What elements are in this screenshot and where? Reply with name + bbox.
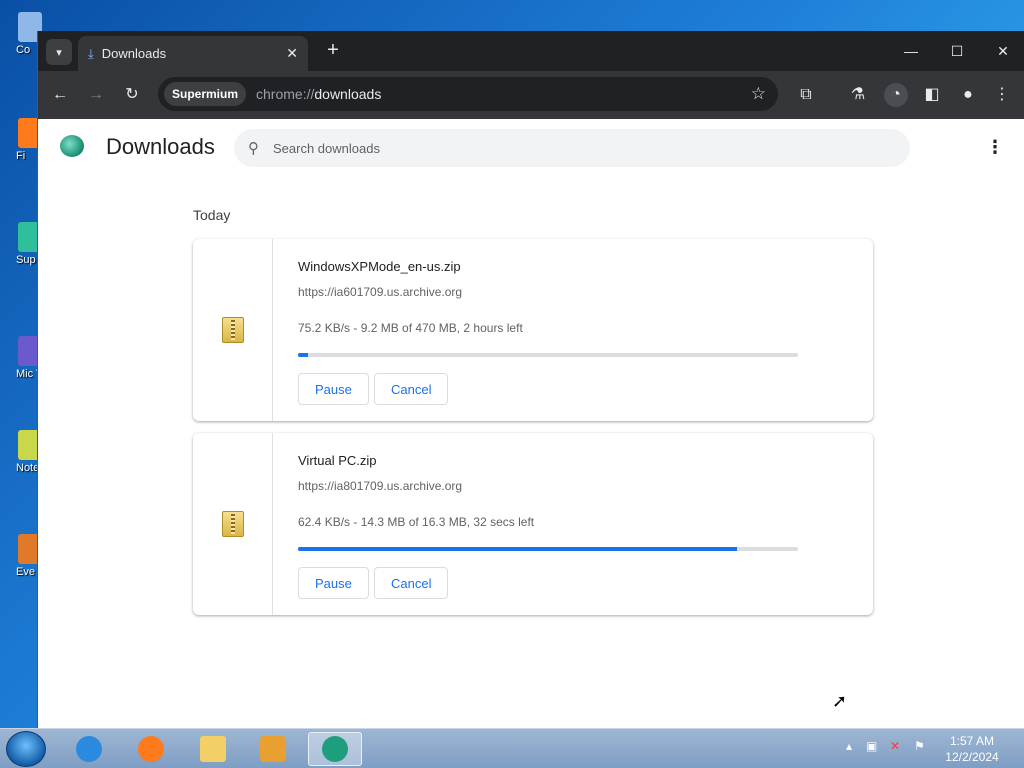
start-button[interactable] (6, 731, 46, 767)
tab-strip: ▾ ⤓ Downloads ✕ + — ☐ ✕ (38, 31, 1024, 71)
source-url-link[interactable]: https://ia601709.us.archive.org (298, 285, 462, 299)
section-label: Today (193, 207, 231, 223)
pause-button[interactable]: Pause (298, 567, 369, 599)
network-icon[interactable]: ▣ (866, 739, 877, 753)
tab-search-button[interactable]: ▾ (46, 39, 72, 65)
mouse-cursor-icon: ➚ (832, 691, 848, 711)
chevron-down-icon: ▾ (56, 46, 62, 59)
search-input[interactable] (273, 140, 833, 156)
browser-menu-icon[interactable]: ⋮ (990, 83, 1014, 107)
browser-toolbar: ← → ↻ Supermium chrome://downloads ☆ ⧉ ⚗… (38, 71, 1024, 119)
progress-bar (298, 547, 798, 551)
progress-fill (298, 353, 308, 357)
cancel-button[interactable]: Cancel (374, 373, 449, 405)
taskbar-internet-explorer[interactable] (62, 732, 116, 766)
extensions-icon[interactable]: ⧉ (794, 83, 818, 107)
more-actions-icon[interactable]: ⋮ (986, 135, 1004, 159)
internet-explorer-icon (76, 736, 102, 762)
new-tab-button[interactable]: + (321, 39, 345, 63)
zip-file-icon (221, 317, 244, 343)
browser-chip: Supermium (164, 82, 247, 106)
address-bar[interactable]: Supermium chrome://downloads ☆ (158, 77, 778, 111)
folder-icon (200, 736, 226, 762)
maximize-button[interactable]: ☐ (934, 31, 980, 71)
reload-button[interactable]: ↻ (120, 83, 144, 107)
url-text: chrome://downloads (256, 86, 382, 102)
download-status: 75.2 KB/s - 9.2 MB of 470 MB, 2 hours le… (298, 321, 523, 335)
close-window-button[interactable]: ✕ (980, 31, 1024, 71)
pause-button[interactable]: Pause (298, 373, 369, 405)
download-status: 62.4 KB/s - 14.3 MB of 16.3 MB, 32 secs … (298, 515, 535, 529)
taskbar-firefox[interactable] (124, 732, 178, 766)
zip-file-icon (221, 511, 244, 537)
profile-avatar-icon[interactable]: ● (956, 83, 980, 107)
clock-date: 12/2/2024 (945, 750, 999, 764)
firefox-icon (138, 736, 164, 762)
taskbar: ▴ ▣ ✕ ⚑ 1:57 AM 12/2/2024 (0, 728, 1024, 768)
supermium-icon (322, 736, 348, 762)
side-panel-icon[interactable]: ◧ (920, 83, 944, 107)
forward-button[interactable]: → (84, 83, 108, 107)
system-clock[interactable]: 1:57 AM 12/2/2024 (936, 733, 1008, 765)
tab-close-icon[interactable]: ✕ (286, 45, 298, 62)
search-icon: ⚲ (248, 140, 259, 157)
page-title: Downloads (106, 134, 215, 159)
file-name-link[interactable]: Virtual PC.zip (298, 453, 377, 468)
download-item: WindowsXPMode_en-us.zip https://ia601709… (193, 239, 873, 421)
show-hidden-icons[interactable]: ▴ (846, 739, 852, 753)
tab-title: Downloads (101, 46, 167, 61)
clock-time: 1:57 AM (949, 734, 995, 748)
cancel-button[interactable]: Cancel (374, 567, 449, 599)
labs-flask-icon[interactable]: ⚗ (846, 83, 870, 107)
downloads-indicator-icon[interactable]: ◔ (884, 83, 908, 107)
search-box[interactable]: ⚲ (234, 129, 910, 167)
progress-fill (298, 547, 737, 551)
file-icon-column (193, 239, 273, 421)
progress-bar (298, 353, 798, 357)
source-url-link[interactable]: https://ia801709.us.archive.org (298, 479, 462, 493)
taskbar-supermium[interactable] (308, 732, 362, 766)
supermium-logo-icon (60, 135, 84, 157)
taskbar-file-explorer[interactable] (186, 732, 240, 766)
file-name-link[interactable]: WindowsXPMode_en-us.zip (298, 259, 461, 274)
download-item: Virtual PC.zip https://ia801709.us.archi… (193, 433, 873, 615)
volume-muted-icon[interactable]: ✕ (890, 739, 900, 753)
minimize-button[interactable]: — (888, 31, 934, 71)
file-icon-column (193, 433, 273, 615)
downloads-page: Downloads ⚲ ⋮ Today WindowsXPMode_en-us.… (38, 119, 1024, 728)
browser-window: ▾ ⤓ Downloads ✕ + — ☐ ✕ ← → ↻ Supermium … (37, 31, 1024, 728)
tab-downloads[interactable]: ⤓ Downloads ✕ (78, 36, 308, 71)
action-center-flag-icon[interactable]: ⚑ (914, 739, 925, 753)
media-player-icon (260, 736, 286, 762)
taskbar-media-player[interactable] (246, 732, 300, 766)
bookmark-star-icon[interactable]: ☆ (751, 84, 766, 104)
download-icon: ⤓ (88, 45, 94, 61)
back-button[interactable]: ← (48, 83, 72, 107)
